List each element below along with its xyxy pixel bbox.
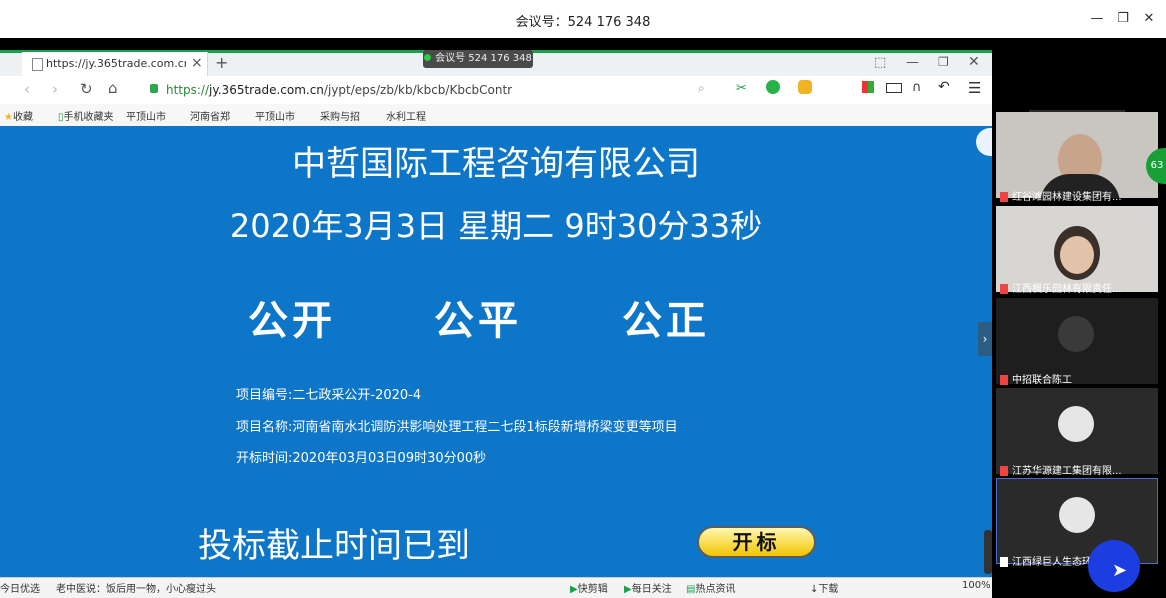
reload-icon[interactable]: ↻ [80, 80, 93, 98]
bookmark-item[interactable]: 平顶山市 [255, 108, 295, 123]
meeting-id-badge: 会议号 524 176 348 [423, 50, 533, 68]
status-daily[interactable]: ▶每日关注 [624, 580, 672, 595]
page-icon [32, 58, 43, 71]
chevron-right-icon[interactable]: › [978, 322, 992, 356]
slogan-fair: 公平 [434, 298, 522, 344]
headphones-icon[interactable]: ∩ [912, 80, 922, 95]
battery-icon [886, 83, 902, 93]
deadline-notice: 投标截止时间已到 [198, 526, 470, 566]
participant-name: 江西楓乐园林有限责任... [1000, 280, 1150, 295]
mic-icon [1000, 557, 1008, 567]
bookmark-item[interactable]: 水利工程 [386, 108, 426, 123]
status-news[interactable]: 老中医说：饭后用一物，小心瘦过头 [56, 580, 216, 595]
extension-icon[interactable] [766, 80, 780, 94]
participant-tile[interactable] [996, 112, 1158, 198]
bookmark-mobile[interactable]: ▯手机收藏夹 [58, 108, 114, 123]
status-recommend[interactable]: 今日优选 [0, 580, 40, 595]
live-dot-icon [424, 54, 432, 61]
close-button[interactable]: ✕ [1138, 8, 1160, 30]
project-name: 项目名称:河南省南水北调防洪影响处理工程二七段1标段新增桥梁变更等项目 [236, 420, 678, 435]
forward-icon[interactable]: › [52, 80, 58, 98]
slogan-open: 公开 [248, 298, 336, 344]
page-content [0, 126, 992, 577]
menu-icon[interactable]: ☰ [968, 79, 981, 97]
participant-name: 中招联合陈工 [1000, 371, 1150, 386]
participant-name: 江苏华源建工集团有限... [1000, 462, 1150, 477]
undo-icon[interactable]: ↶ [938, 79, 950, 95]
participant-face [1060, 236, 1094, 274]
bookmark-favorites[interactable]: ★收藏 [4, 108, 33, 123]
extension-icon-2[interactable] [798, 80, 812, 94]
avatar [1058, 406, 1094, 442]
minimize-button[interactable]: — [1086, 8, 1108, 30]
meeting-id-title: 会议号：524 176 348 [515, 15, 651, 30]
new-tab-button[interactable]: + [215, 53, 228, 72]
lock-icon [150, 84, 158, 93]
status-hot-news[interactable]: ▤热点资讯 [686, 580, 735, 595]
avatar [1059, 497, 1095, 533]
mic-muted-icon [1000, 375, 1008, 385]
search-icon[interactable]: ⌕ [698, 81, 705, 96]
bookmark-item[interactable]: 河南省郑 [190, 108, 230, 123]
open-bid-button[interactable]: 开标 [697, 526, 816, 558]
status-zoom[interactable]: 100% [962, 580, 991, 591]
browser-close-icon[interactable]: ✕ [968, 54, 980, 70]
bookmark-item[interactable]: 采购与招 [320, 108, 360, 123]
browser-restore-icon[interactable]: ❐ [938, 55, 949, 69]
mic-muted-icon [1000, 284, 1008, 294]
mic-muted-icon [1000, 192, 1008, 202]
project-number: 项目编号:二七政采公开-2020-4 [236, 388, 422, 403]
participant-name: 红谷滩园林建设集团有... [1000, 188, 1150, 203]
status-quick-edit[interactable]: ▶快剪辑 [570, 580, 608, 595]
apps-icon[interactable] [862, 81, 874, 93]
star-icon: ★ [4, 112, 13, 123]
scrollbar[interactable] [984, 530, 992, 574]
current-datetime: 2020年3月3日 星期二 9时30分33秒 [229, 207, 763, 245]
restore-button[interactable]: ❐ [1112, 8, 1134, 30]
home-icon[interactable]: ⌂ [108, 79, 118, 97]
bookmark-item[interactable]: 平顶山市 [126, 108, 166, 123]
browser-minimize-icon[interactable]: — [906, 55, 919, 70]
url-field[interactable]: https://jy.365trade.com.cn/jypt/eps/zb/k… [166, 83, 512, 97]
open-time: 开标时间:2020年03月03日09时30分00秒 [236, 451, 487, 466]
shirt-icon[interactable]: ⬚ [874, 55, 886, 70]
play-icon: ▶ [624, 584, 632, 595]
slogan-just: 公正 [622, 298, 710, 344]
mic-muted-icon [1000, 466, 1008, 476]
back-icon[interactable]: ‹ [24, 80, 30, 98]
status-download[interactable]: ↓下载 [810, 580, 838, 595]
tab-title: https://jy.365trade.com.cn/jyp [46, 57, 186, 70]
scissors-icon[interactable]: ✂ [736, 81, 747, 96]
participant-video [1058, 316, 1094, 352]
company-name: 中哲国际工程咨询有限公司 [292, 144, 700, 184]
cursor-icon: ➤ [1112, 560, 1128, 581]
tab-close-icon[interactable]: × [191, 55, 203, 71]
play-icon: ▶ [570, 584, 578, 595]
